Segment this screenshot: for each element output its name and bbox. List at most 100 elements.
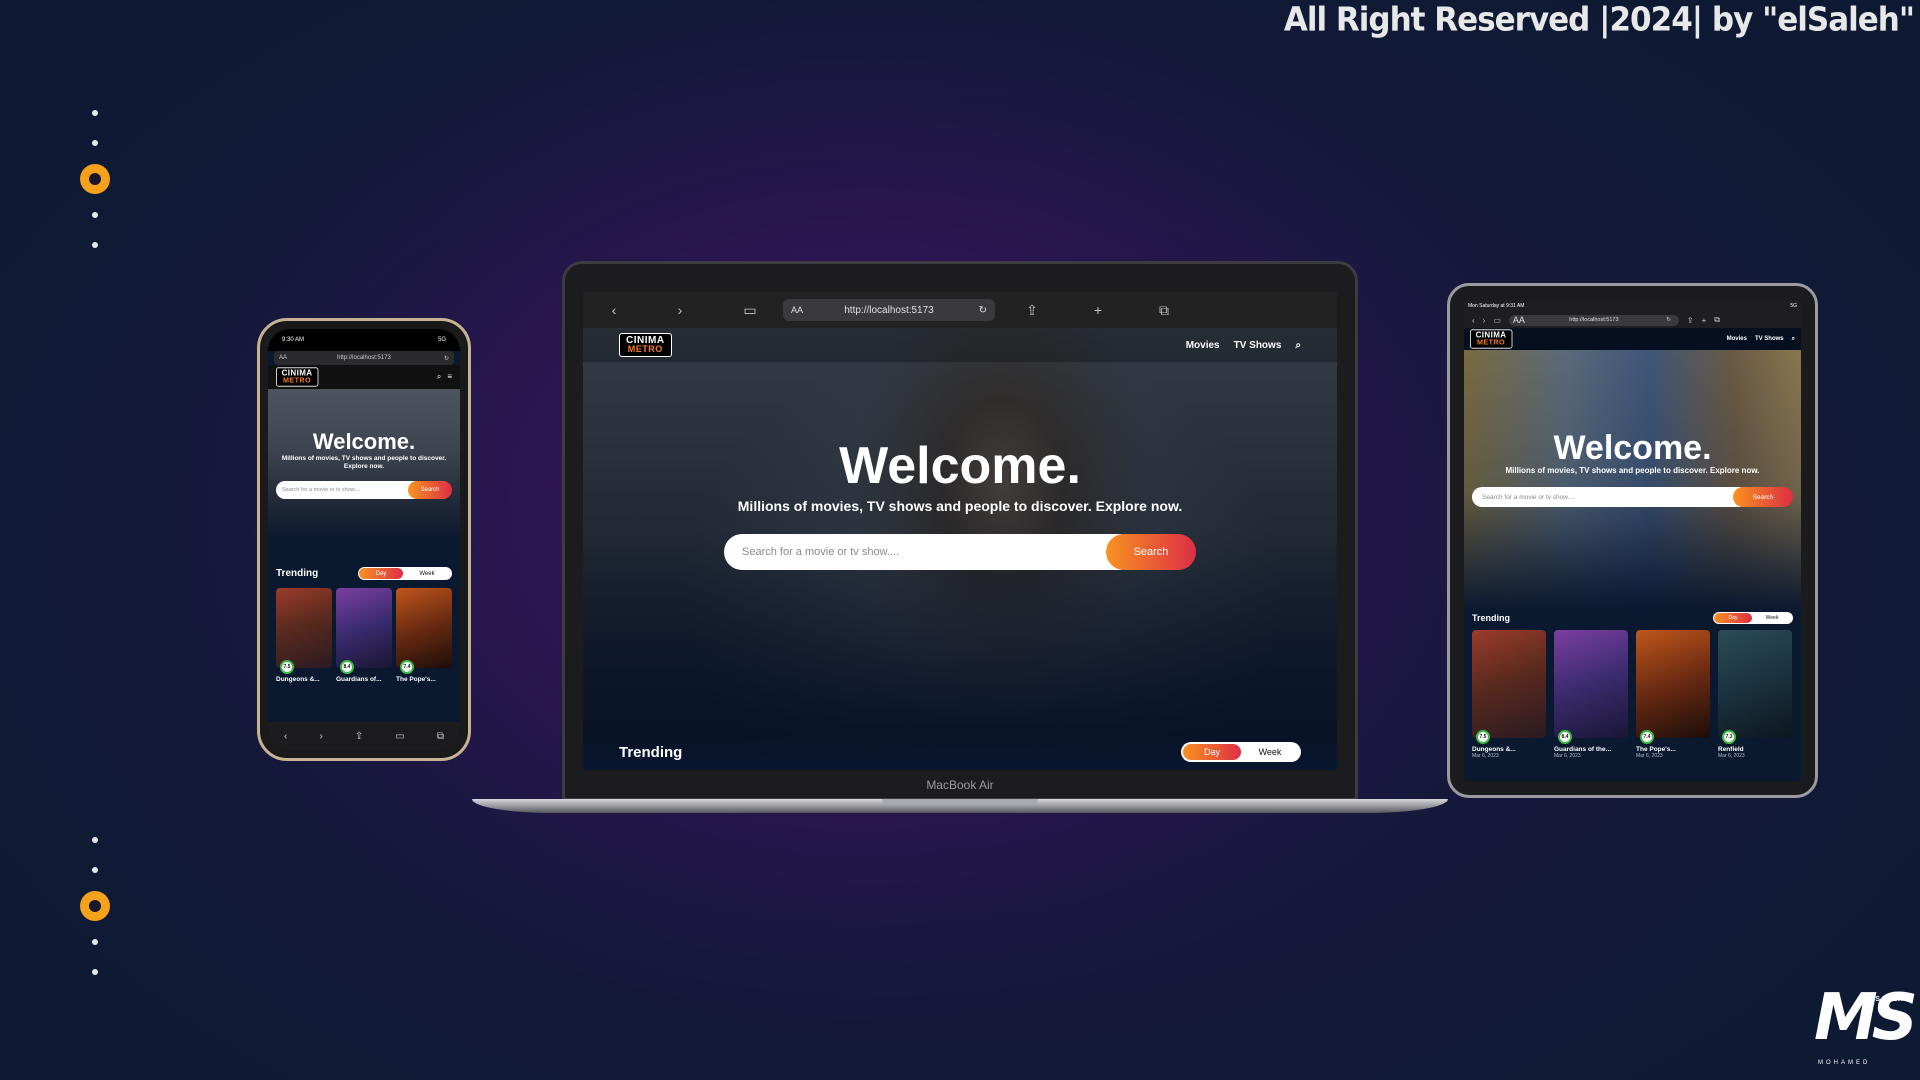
reader-aa[interactable]: AA bbox=[279, 355, 287, 361]
toggle-week[interactable]: Week bbox=[1241, 747, 1299, 757]
movie-poster[interactable]: 7.4 bbox=[1636, 630, 1710, 744]
indicator-dot[interactable] bbox=[92, 939, 98, 945]
movie-card[interactable]: 8.4 Guardians of the... Mar 6, 2023 bbox=[1554, 630, 1628, 759]
hero-section: Welcome. Millions of movies, TV shows an… bbox=[583, 438, 1337, 570]
site-logo[interactable]: CINIMA METRO bbox=[276, 367, 319, 387]
indicator-dot[interactable] bbox=[92, 140, 98, 146]
toggle-week[interactable]: Week bbox=[403, 571, 451, 577]
search-button[interactable]: Search bbox=[1733, 487, 1793, 507]
hero-title: Welcome. bbox=[312, 429, 416, 454]
search-input[interactable]: Search for a movie or tv show.... bbox=[1472, 487, 1741, 507]
bookmarks-icon[interactable]: ▭ bbox=[395, 731, 404, 742]
menu-icon[interactable]: ≡ bbox=[447, 372, 452, 382]
reload-icon[interactable]: ↻ bbox=[979, 305, 987, 316]
tablet-status-bar: Mon Saturday at 9:31 AM 5G bbox=[1464, 300, 1801, 312]
status-signal: 5G bbox=[437, 337, 446, 343]
movie-card[interactable]: 7.5 Dungeons &... Mar 6, 2023 bbox=[1472, 630, 1546, 759]
nav-movies[interactable]: Movies bbox=[1186, 340, 1220, 351]
tablet-screen: Mon Saturday at 9:31 AM 5G ‹ › ▭ AA http… bbox=[1464, 300, 1801, 781]
site-navbar: CINIMA METRO Movies TV Shows ⌕ bbox=[583, 328, 1337, 362]
search-icon[interactable]: ⌕ bbox=[1792, 336, 1795, 343]
movie-poster[interactable]: 7.5 bbox=[276, 588, 332, 674]
site-navbar: CINIMA METRO Movies TV Shows ⌕ bbox=[1464, 328, 1801, 350]
search-icon[interactable]: ⌕ bbox=[437, 372, 441, 382]
toggle-day[interactable]: Day bbox=[1183, 744, 1241, 760]
rating-badge: 7.5 bbox=[1476, 730, 1490, 744]
movie-title: The Pope's... bbox=[1636, 746, 1676, 753]
tabs-overview-icon[interactable]: ⧉ bbox=[1153, 302, 1175, 319]
website-viewport: CINIMA METRO Movies TV Shows ⌕ Welcome. … bbox=[583, 328, 1337, 770]
hero-section: Welcome. Millions of movies, TV shows an… bbox=[1464, 350, 1801, 610]
toggle-day[interactable]: Day bbox=[359, 568, 403, 579]
site-logo[interactable]: CINIMA METRO bbox=[1470, 329, 1513, 349]
tabs-overview-icon[interactable]: ⧉ bbox=[437, 731, 444, 742]
reload-icon[interactable]: ↻ bbox=[444, 355, 449, 362]
bookmarks-icon[interactable]: ▭ bbox=[739, 302, 761, 319]
movie-poster[interactable]: 8.4 bbox=[336, 588, 392, 674]
share-icon[interactable]: ⇪ bbox=[355, 731, 363, 742]
forward-icon[interactable]: › bbox=[1483, 316, 1486, 325]
tabs-overview-icon[interactable]: ⧉ bbox=[1714, 315, 1720, 325]
address-bar[interactable]: AA http://localhost:5173 ↻ bbox=[1508, 314, 1679, 326]
indicator-dot[interactable] bbox=[92, 867, 98, 873]
movie-card[interactable]: 7.4 The Pope's... Mar 6, 2023 bbox=[1636, 630, 1710, 759]
movie-card[interactable]: 7.5 Dungeons &... bbox=[276, 588, 332, 683]
share-icon[interactable]: ⇪ bbox=[1021, 302, 1043, 319]
indicator-dot[interactable] bbox=[92, 212, 98, 218]
site-navbar: CINIMA METRO ⌕ ≡ bbox=[268, 365, 460, 389]
day-week-toggle[interactable]: Day Week bbox=[1181, 742, 1301, 762]
nav-tv-shows[interactable]: TV Shows bbox=[1755, 336, 1784, 343]
rating-badge: 7.5 bbox=[280, 660, 294, 674]
movie-poster[interactable]: 7.4 bbox=[396, 588, 452, 674]
rating-badge: 7.4 bbox=[400, 660, 414, 674]
search-input[interactable]: Search for a movie or tv show.... bbox=[724, 534, 1122, 570]
bookmarks-icon[interactable]: ▭ bbox=[1493, 316, 1501, 325]
indicator-dot-active[interactable] bbox=[80, 164, 110, 194]
trending-carousel: 7.5 Dungeons &... Mar 6, 2023 8.4 Guardi… bbox=[1464, 630, 1801, 759]
toggle-week[interactable]: Week bbox=[1752, 615, 1792, 621]
search-icon[interactable]: ⌕ bbox=[1295, 340, 1301, 351]
movie-title: Guardians of the... bbox=[1554, 746, 1612, 753]
movie-card[interactable]: 7.4 The Pope's... bbox=[396, 588, 452, 683]
address-bar[interactable]: AA http://localhost:5173 ↻ bbox=[783, 299, 995, 321]
indicator-dot[interactable] bbox=[92, 837, 98, 843]
rating-badge: 8.4 bbox=[1558, 730, 1572, 744]
status-time: Mon Saturday at 9:31 AM bbox=[1468, 303, 1525, 309]
search-input[interactable]: Search for a movie or tv show.... bbox=[276, 481, 416, 499]
new-tab-icon[interactable]: + bbox=[1702, 316, 1707, 325]
movie-title: Renfield bbox=[1718, 746, 1744, 753]
hero-subtitle: Millions of movies, TV shows and people … bbox=[1505, 466, 1760, 475]
page-indicator-top[interactable] bbox=[80, 98, 110, 260]
author-logo-bottom: MOHAMED bbox=[1818, 1060, 1871, 1066]
trending-title: Trending bbox=[1472, 613, 1510, 623]
search-button[interactable]: Search bbox=[408, 481, 452, 499]
reload-icon[interactable]: ↻ bbox=[1666, 317, 1671, 323]
toggle-day[interactable]: Day bbox=[1714, 613, 1752, 623]
search-button[interactable]: Search bbox=[1106, 534, 1196, 570]
back-icon[interactable]: ‹ bbox=[284, 731, 287, 742]
indicator-dot[interactable] bbox=[92, 969, 98, 975]
back-icon[interactable]: ‹ bbox=[603, 302, 625, 318]
nav-movies[interactable]: Movies bbox=[1727, 336, 1747, 343]
indicator-dot-active[interactable] bbox=[80, 891, 110, 921]
day-week-toggle[interactable]: Day Week bbox=[358, 567, 452, 580]
movie-card[interactable]: 8.4 Guardians of... bbox=[336, 588, 392, 683]
page-indicator-bottom[interactable] bbox=[80, 825, 110, 987]
movie-card[interactable]: 7.3 Renfield Mar 6, 2023 bbox=[1718, 630, 1792, 759]
movie-poster[interactable]: 8.4 bbox=[1554, 630, 1628, 744]
indicator-dot[interactable] bbox=[92, 242, 98, 248]
forward-icon[interactable]: › bbox=[669, 302, 691, 318]
day-week-toggle[interactable]: Day Week bbox=[1713, 612, 1793, 624]
nav-tv-shows[interactable]: TV Shows bbox=[1234, 340, 1282, 351]
new-tab-icon[interactable]: + bbox=[1087, 302, 1109, 318]
movie-poster[interactable]: 7.5 bbox=[1472, 630, 1546, 744]
indicator-dot[interactable] bbox=[92, 110, 98, 116]
status-signal: 5G bbox=[1790, 303, 1797, 309]
forward-icon[interactable]: › bbox=[319, 731, 322, 742]
back-icon[interactable]: ‹ bbox=[1472, 316, 1475, 325]
phone-address-bar[interactable]: AA http://localhost:5173 ↻ bbox=[274, 351, 454, 365]
hero-subtitle: Millions of movies, TV shows and people … bbox=[281, 455, 447, 470]
share-icon[interactable]: ⇪ bbox=[1687, 316, 1694, 325]
site-logo[interactable]: CINIMA METRO bbox=[619, 333, 672, 357]
movie-poster[interactable]: 7.3 bbox=[1718, 630, 1792, 744]
